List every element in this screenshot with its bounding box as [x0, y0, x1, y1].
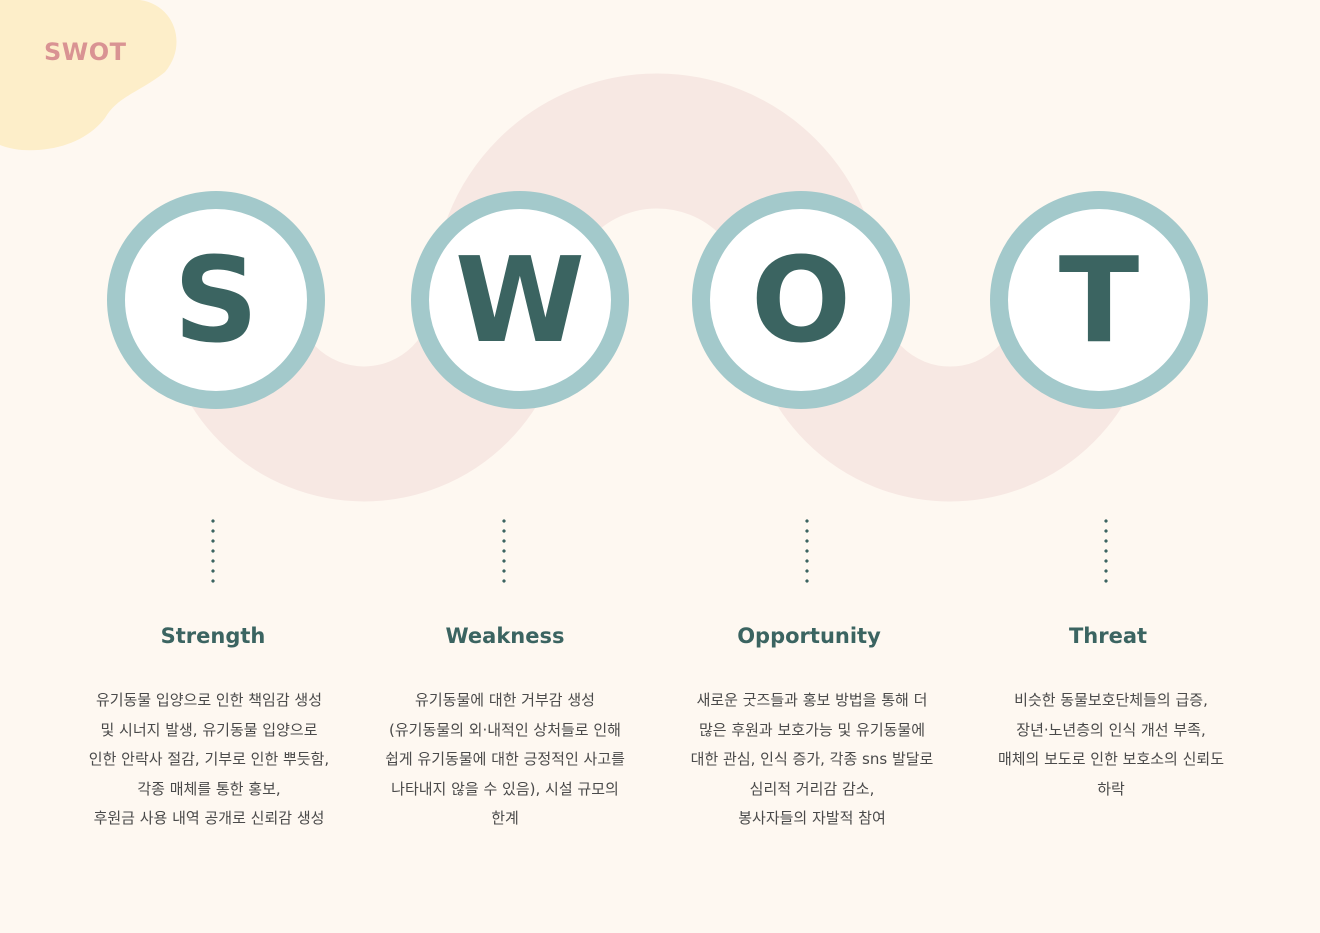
- strength-line: 인한 안락사 절감, 기부로 인한 뿌듯함,: [88, 750, 330, 768]
- strength-heading: Strength: [160, 624, 266, 648]
- weakness-line: 한계: [491, 809, 519, 827]
- weakness-description: 유기동물에 대한 거부감 생성 (유기동물의 외·내적인 상처들로 인해 쉽게 …: [355, 686, 655, 834]
- opportunity-line: 새로운 굿즈들과 홍보 방법을 통해 더: [696, 691, 928, 709]
- opportunity-dotted-connector: [805, 516, 809, 588]
- opportunity-circle: O: [692, 191, 910, 409]
- strength-letter: S: [173, 231, 259, 369]
- threat-line: 매체의 보도로 인한 보호소의 신뢰도: [997, 750, 1225, 768]
- threat-line: 하락: [1097, 779, 1125, 798]
- threat-dotted-connector: [1104, 516, 1108, 588]
- strength-description: 유기동물 입양으로 인한 책임감 생성 및 시너지 발생, 유기동물 입양으로 …: [59, 686, 359, 834]
- threat-line: 비슷한 동물보호단체들의 급증,: [1014, 691, 1208, 709]
- weakness-heading: Weakness: [445, 624, 565, 648]
- weakness-line: 유기동물에 대한 거부감 생성: [415, 691, 595, 709]
- weakness-line: (유기동물의 외·내적인 상처들로 인해: [389, 720, 621, 739]
- corner-blob: [0, 0, 177, 151]
- threat-heading: Threat: [1068, 624, 1148, 648]
- strength-line: 후원금 사용 내역 공개로 신뢰감 생성: [93, 809, 325, 827]
- threat-description: 비슷한 동물보호단체들의 급증, 장년·노년층의 인식 개선 부족, 매체의 보…: [961, 686, 1261, 804]
- strength-line: 유기동물 입양으로 인한 책임감 생성: [95, 691, 323, 709]
- wave-band: [160, 73, 1154, 502]
- opportunity-letter: O: [750, 231, 852, 369]
- strength-dotted-connector: [211, 516, 215, 588]
- threat-letter: T: [1058, 231, 1140, 369]
- opportunity-line: 대한 관심, 인식 증가, 각종 sns 발달로: [690, 750, 934, 768]
- strength-line: 각종 매체를 통한 홍보,: [137, 779, 281, 798]
- corner-tag: SWOT: [44, 38, 127, 66]
- opportunity-line: 봉사자들의 자발적 참여: [738, 809, 886, 827]
- opportunity-description: 새로운 굿즈들과 홍보 방법을 통해 더 많은 후원과 보호가능 및 유기동물에…: [662, 686, 962, 834]
- strength-circle: S: [107, 191, 325, 409]
- weakness-line: 쉽게 유기동물에 대한 긍정적인 사고를: [385, 750, 625, 768]
- threat-line: 장년·노년층의 인식 개선 부족,: [1016, 720, 1206, 739]
- threat-circle: T: [990, 191, 1208, 409]
- strength-line: 및 시너지 발생, 유기동물 입양으로: [100, 720, 318, 739]
- opportunity-line: 심리적 거리감 감소,: [749, 779, 875, 798]
- weakness-dotted-connector: [502, 516, 506, 588]
- weakness-letter: W: [454, 231, 586, 369]
- opportunity-heading: Opportunity: [737, 624, 881, 648]
- swot-page: SWOT S W O T Strength Weakness Opportuni…: [0, 0, 1320, 933]
- weakness-circle: W: [411, 191, 629, 409]
- weakness-line: 나타내지 않을 수 있음), 시설 규모의: [391, 779, 619, 798]
- opportunity-line: 많은 후원과 보호가능 및 유기동물에: [698, 720, 926, 739]
